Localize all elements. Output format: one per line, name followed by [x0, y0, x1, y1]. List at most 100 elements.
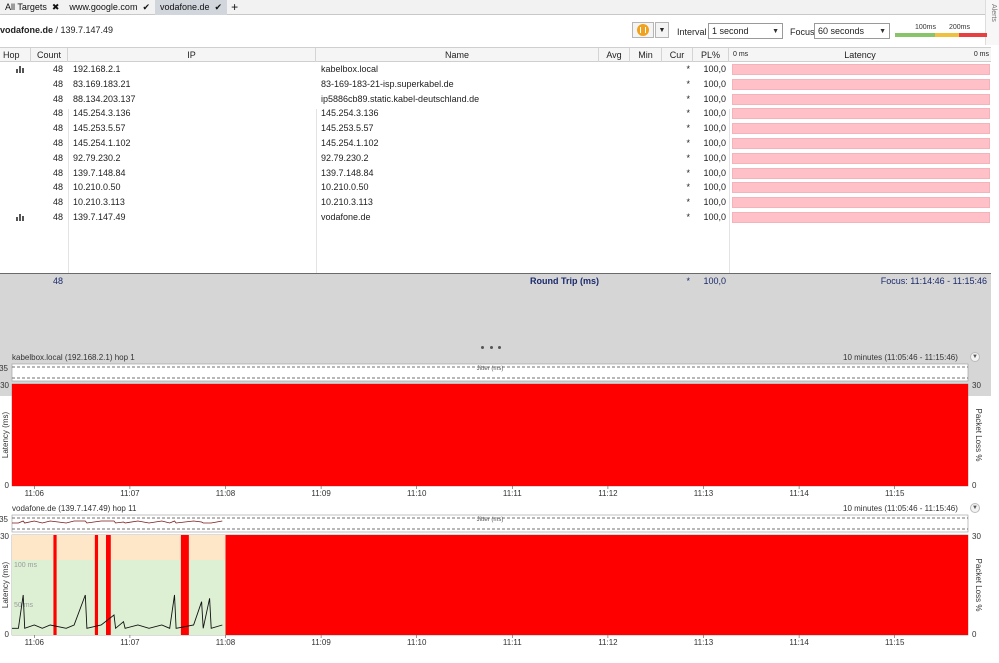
- pl-cell: 100,0: [703, 197, 726, 208]
- x-tick-label: 11:10: [407, 638, 427, 647]
- interval-select[interactable]: 1 second ▼: [708, 23, 783, 39]
- check-icon: ✔: [214, 1, 223, 12]
- table-row[interactable]: 48 145.253.5.57 145.253.5.57 * 100,0: [0, 121, 991, 136]
- table-row[interactable]: 48 10.210.0.50 10.210.0.50 * 100,0: [0, 180, 991, 195]
- x-tick-label: 11:15: [885, 638, 905, 647]
- pane-splitter-handle[interactable]: [481, 346, 501, 352]
- cur-cell: *: [686, 167, 690, 178]
- name-cell: 10.210.3.113: [321, 197, 373, 208]
- total-count: 48: [52, 276, 63, 286]
- column-avg[interactable]: Avg: [599, 48, 630, 62]
- column-count[interactable]: Count: [31, 48, 68, 62]
- name-cell: vodafone.de: [321, 211, 371, 222]
- column-ip[interactable]: IP: [68, 48, 316, 62]
- column-cur[interactable]: Cur: [662, 48, 693, 62]
- name-cell: 92.79.230.2: [321, 152, 369, 163]
- table-row[interactable]: 48 139.7.148.84 139.7.148.84 * 100,0: [0, 166, 991, 181]
- alerts-panel-toggle[interactable]: Alerts: [985, 0, 999, 45]
- scale-warn-bar: [935, 33, 959, 37]
- x-tick-label: 11:12: [598, 489, 618, 498]
- x-tick-label: 11:11: [503, 489, 522, 498]
- y2-tick-label: 0: [972, 630, 977, 639]
- count-cell: 48: [52, 137, 63, 148]
- count-cell: 48: [52, 93, 63, 104]
- count-cell: 48: [52, 211, 63, 222]
- latency-max-label: 0 ms: [973, 51, 989, 58]
- x-tick-label: 11:14: [789, 638, 809, 647]
- packet-loss-mark: [12, 384, 968, 486]
- x-tick-label: 11:11: [503, 638, 522, 647]
- name-cell: 10.210.0.50: [321, 182, 369, 193]
- y-tick-label: 30: [0, 381, 9, 390]
- pl-cell: 100,0: [703, 137, 726, 148]
- table-row[interactable]: 48 145.254.3.136 145.254.3.136 * 100,0: [0, 106, 991, 121]
- column-name[interactable]: Name: [316, 48, 599, 62]
- interval-value: 1 second: [712, 26, 749, 36]
- cur-cell: *: [686, 137, 690, 148]
- count-cell: 48: [52, 64, 63, 74]
- cur-cell: *: [686, 152, 690, 163]
- y-tick-label: 30: [0, 532, 9, 541]
- chart1-title: kabelbox.local (192.168.2.1) hop 1: [12, 353, 135, 362]
- ip-cell: 88.134.203.137: [73, 93, 136, 104]
- cur-cell: *: [686, 78, 690, 89]
- target-ip: / 139.7.147.49: [53, 25, 114, 35]
- chart2-range: 10 minutes (11:05:46 - 11:15:46): [843, 504, 958, 513]
- scale-good-bar: [895, 33, 935, 37]
- chart1-range: 10 minutes (11:05:46 - 11:15:46): [843, 353, 958, 362]
- latency-bar: [732, 123, 990, 135]
- bar-chart-icon[interactable]: [16, 213, 24, 221]
- pl-cell: 100,0: [703, 93, 726, 104]
- grid-header: Hop Count IP Name Avg Min Cur PL% 0 ms L…: [0, 47, 991, 62]
- column-min[interactable]: Min: [630, 48, 662, 62]
- ip-cell: 145.253.5.57: [73, 123, 126, 134]
- ip-cell: 145.254.3.136: [73, 108, 131, 119]
- jitter-label: Jitter (ms): [477, 366, 504, 372]
- latency-bar: [732, 211, 990, 223]
- hop-rows: 48 192.168.2.1 kabelbox.local * 100,0 48 83.16…: [0, 62, 991, 225]
- close-icon[interactable]: ✖: [52, 2, 60, 13]
- y-axis-label: Latency (ms): [1, 412, 10, 459]
- tab-all-targets[interactable]: All Targets ✖: [0, 0, 64, 15]
- table-row[interactable]: 48 92.79.230.2 92.79.230.2 * 100,0: [0, 151, 991, 166]
- cur-cell: *: [686, 108, 690, 119]
- column-latency[interactable]: 0 ms Latency 0 ms: [729, 48, 991, 62]
- pause-button[interactable]: [632, 22, 654, 38]
- chevron-down-icon[interactable]: ▼: [655, 22, 669, 38]
- add-tab-button[interactable]: +: [227, 0, 242, 14]
- name-cell: ip5886cb89.static.kabel-deutschland.de: [321, 93, 480, 104]
- x-tick-label: 11:07: [120, 638, 140, 647]
- count-cell: 48: [52, 123, 63, 134]
- pause-icon: [637, 24, 649, 36]
- x-tick-label: 11:06: [25, 489, 45, 498]
- table-row[interactable]: 48 139.7.147.49 vodafone.de * 100,0: [0, 210, 991, 225]
- latency-bar: [732, 137, 990, 149]
- target-host: vodafone.de: [0, 25, 54, 35]
- table-row[interactable]: 48 88.134.203.137 ip5886cb89.static.kabel-…: [0, 92, 991, 107]
- column-hop[interactable]: Hop: [0, 48, 31, 62]
- table-row[interactable]: 48 83.169.183.21 83-169-183-21-isp.superka…: [0, 77, 991, 92]
- pl-cell: 100,0: [703, 152, 726, 163]
- count-cell: 48: [52, 108, 63, 119]
- ip-cell: 10.210.0.50: [73, 182, 121, 193]
- x-tick-label: 11:12: [598, 638, 618, 647]
- latency-bar: [732, 108, 990, 120]
- round-trip-label: Round Trip (ms): [530, 276, 599, 286]
- ip-cell: 145.254.1.102: [73, 137, 131, 148]
- bar-chart-icon[interactable]: [16, 66, 24, 73]
- table-row[interactable]: 48 145.254.1.102 145.254.1.102 * 100,0: [0, 136, 991, 151]
- interval-label: Interval: [677, 27, 707, 37]
- focus-select[interactable]: 60 seconds ▼: [814, 23, 890, 39]
- chart2-title: vodafone.de (139.7.147.49) hop 11: [12, 504, 137, 513]
- cur-cell: *: [686, 182, 690, 193]
- collapse-icon[interactable]: ▼: [970, 352, 980, 362]
- packet-loss-mark: [53, 535, 57, 635]
- tab-label: All Targets: [5, 2, 47, 12]
- collapse-icon[interactable]: ▼: [970, 503, 980, 513]
- table-row[interactable]: 48 192.168.2.1 kabelbox.local * 100,0: [0, 62, 991, 77]
- table-row[interactable]: 48 10.210.3.113 10.210.3.113 * 100,0: [0, 195, 991, 210]
- tab-google[interactable]: www.google.com ✔: [64, 0, 155, 15]
- x-tick-label: 11:14: [789, 489, 809, 498]
- tab-vodafone[interactable]: vodafone.de ✔: [155, 0, 228, 15]
- column-pl[interactable]: PL%: [693, 48, 729, 62]
